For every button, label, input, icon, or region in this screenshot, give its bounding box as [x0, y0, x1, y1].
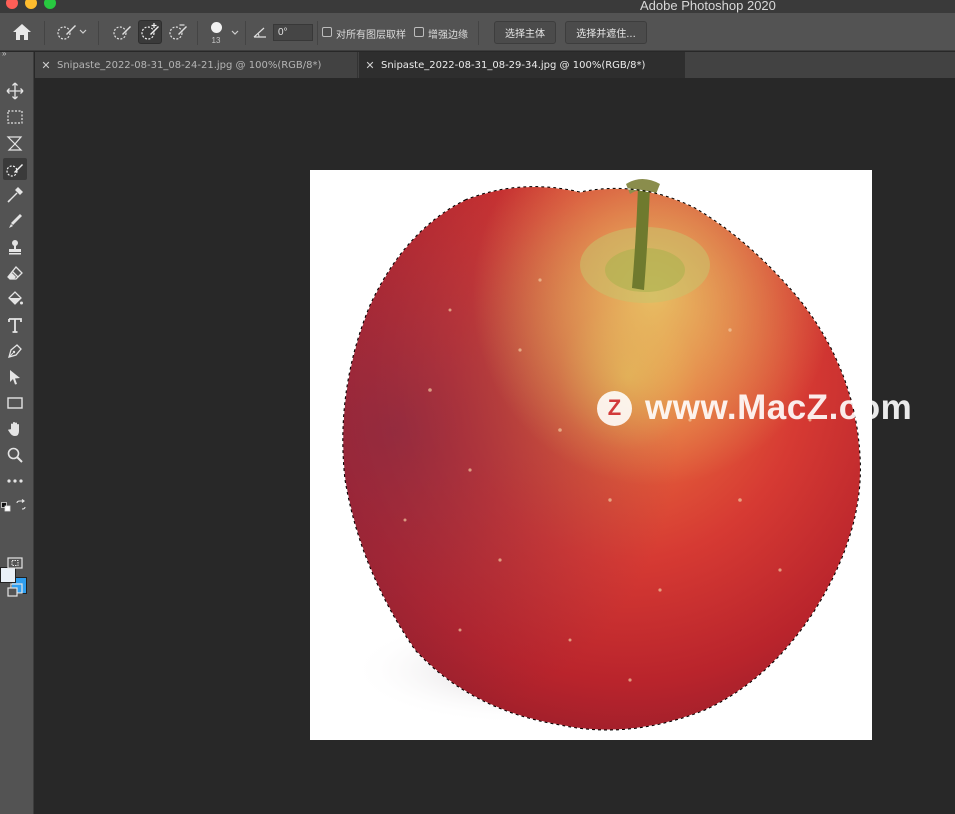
default-colors-icon	[1, 502, 11, 512]
options-separator	[317, 21, 318, 45]
add-to-selection-icon	[141, 23, 159, 40]
options-separator	[44, 21, 45, 45]
edit-toolbar-button[interactable]	[3, 470, 27, 492]
pen-tool-icon	[8, 344, 22, 358]
watermark-text: www.MacZ.com	[645, 388, 913, 427]
chevron-down-icon	[79, 29, 87, 34]
document-tab-label: Snipaste_2022-08-31_08-29-34.jpg @ 100%(…	[381, 59, 646, 71]
tools-panel: »	[0, 49, 34, 814]
document-tab-bar: ✕ Snipaste_2022-08-31_08-24-21.jpg @ 100…	[35, 52, 955, 78]
select-and-mask-button[interactable]: 选择并遮住...	[565, 21, 647, 44]
subtract-from-selection-icon	[169, 24, 187, 40]
type-tool-icon	[8, 318, 22, 333]
sample-all-layers-checkbox[interactable]	[322, 27, 332, 37]
hand-tool-button[interactable]	[3, 418, 27, 440]
select-subject-button[interactable]: 选择主体	[494, 21, 556, 44]
new-selection-icon	[113, 26, 131, 40]
lasso-tool-button[interactable]	[3, 132, 27, 154]
title-bar: Adobe Photoshop 2020	[0, 0, 955, 13]
path-selection-tool-icon	[10, 370, 20, 385]
pen-tool-button[interactable]	[3, 340, 27, 362]
quick-mask-button[interactable]	[3, 552, 27, 574]
clone-stamp-tool-button[interactable]	[3, 236, 27, 258]
options-bar: 13 对所有图层取样 增强边缘 选择主体 选择并遮住...	[0, 13, 955, 51]
brush-tool-icon	[9, 214, 22, 228]
home-icon	[13, 24, 31, 40]
eraser-tool-icon	[7, 266, 23, 280]
close-window-button[interactable]	[6, 0, 18, 9]
angle-icon	[252, 24, 268, 40]
more-tools-icon	[7, 479, 23, 483]
type-tool-button[interactable]	[3, 314, 27, 336]
chevron-down-icon	[231, 30, 239, 35]
angle-input[interactable]	[273, 24, 313, 41]
screen-mode-icon	[7, 583, 23, 597]
photoshop-window: Adobe Photoshop 2020 13 0° 对所有图层取样 增强边缘 …	[0, 0, 955, 814]
rectangle-tool-icon	[7, 397, 23, 409]
eraser-tool-button[interactable]	[3, 262, 27, 284]
zoom-tool-icon	[7, 447, 23, 463]
watermark: Z www.MacZ.com	[597, 388, 912, 428]
subtract-from-selection-mode-button[interactable]	[166, 20, 190, 44]
brush-tip-icon	[210, 21, 222, 33]
minimize-window-button[interactable]	[25, 0, 37, 9]
enhance-edge-label: 增强边缘	[428, 30, 468, 41]
options-separator	[98, 21, 99, 45]
move-tool-icon	[6, 82, 24, 100]
options-separator	[245, 21, 246, 45]
path-selection-tool-button[interactable]	[3, 366, 27, 388]
brush-tool-button[interactable]	[3, 210, 27, 232]
options-separator	[197, 21, 198, 45]
window-title: Adobe Photoshop 2020	[640, 0, 776, 13]
sample-all-layers-label: 对所有图层取样	[336, 30, 406, 41]
document-tab[interactable]: ✕ Snipaste_2022-08-31_08-24-21.jpg @ 100…	[35, 52, 358, 78]
swap-colors-button[interactable]	[15, 498, 27, 510]
document-tab-label: Snipaste_2022-08-31_08-24-21.jpg @ 100%(…	[57, 59, 322, 71]
close-tab-icon[interactable]: ✕	[35, 59, 57, 72]
enhance-edge-checkbox[interactable]	[414, 27, 424, 37]
document-tab-active[interactable]: ✕ Snipaste_2022-08-31_08-29-34.jpg @ 100…	[359, 52, 685, 78]
tool-preset-picker[interactable]	[51, 21, 91, 43]
collapse-panel-button[interactable]: »	[2, 49, 7, 58]
marquee-tool-icon	[7, 110, 23, 124]
watermark-logo: Z	[597, 390, 632, 426]
rectangle-tool-button[interactable]	[3, 392, 27, 414]
options-separator	[478, 21, 479, 45]
eyedropper-tool-icon	[7, 187, 23, 203]
swap-colors-icon	[16, 499, 26, 510]
close-tab-icon[interactable]: ✕	[359, 59, 381, 72]
lasso-tool-icon	[6, 136, 23, 151]
brush-picker-dropdown[interactable]	[229, 28, 241, 38]
add-to-selection-mode-button[interactable]	[138, 20, 162, 44]
zoom-window-button[interactable]	[44, 0, 56, 9]
quick-mask-icon	[7, 557, 23, 569]
quick-selection-tool-icon	[6, 164, 23, 177]
zoom-tool-button[interactable]	[3, 444, 27, 466]
brush-picker[interactable]: 13	[206, 18, 226, 48]
apple-image	[342, 179, 861, 731]
paint-bucket-tool-button[interactable]	[3, 288, 27, 310]
screen-mode-button[interactable]	[3, 579, 27, 601]
marquee-tool-button[interactable]	[3, 106, 27, 128]
canvas-workspace[interactable]	[35, 78, 955, 814]
brush-size-value: 13	[211, 35, 221, 45]
paint-bucket-tool-icon	[8, 291, 23, 305]
quick-selection-preset-icon	[57, 25, 76, 40]
hand-tool-icon	[8, 422, 19, 436]
move-tool-button[interactable]	[3, 80, 27, 102]
stamp-tool-icon	[9, 240, 21, 255]
document-canvas[interactable]	[310, 170, 872, 740]
new-selection-mode-button[interactable]	[110, 20, 134, 44]
eyedropper-tool-button[interactable]	[3, 184, 27, 206]
quick-selection-tool-button[interactable]	[3, 158, 27, 180]
default-colors-button[interactable]	[1, 499, 11, 512]
home-button[interactable]	[8, 20, 36, 44]
